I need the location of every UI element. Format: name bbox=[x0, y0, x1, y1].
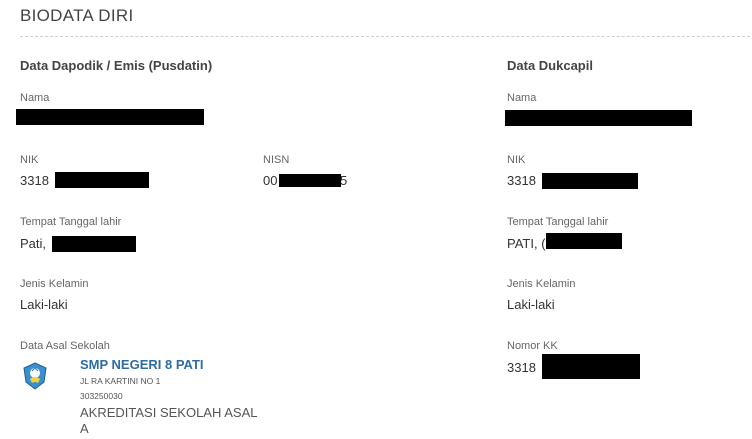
dapodik-ttl-value: Pati, bbox=[20, 236, 47, 251]
dukcapil-kk-value: 3318 bbox=[507, 360, 536, 375]
dukcapil-jk-value: Laki-laki bbox=[507, 297, 555, 312]
dapodik-ttl-label: Tempat Tanggal lahir bbox=[20, 216, 122, 228]
dapodik-nik-redacted bbox=[55, 172, 149, 188]
akreditasi-value: A bbox=[80, 421, 89, 436]
dapodik-nik-value: 3318 bbox=[20, 173, 49, 188]
dapodik-nisn-redacted bbox=[279, 174, 341, 187]
dukcapil-section-title: Data Dukcapil bbox=[507, 58, 593, 73]
akreditasi-label: AKREDITASI SEKOLAH ASAL bbox=[80, 405, 258, 420]
dukcapil-nama-label: Nama bbox=[507, 92, 537, 104]
dukcapil-jk-label: Jenis Kelamin bbox=[507, 278, 576, 290]
title-divider bbox=[20, 36, 750, 37]
dukcapil-ttl-redacted bbox=[546, 233, 622, 249]
school-npsn: 303250030 bbox=[80, 391, 123, 401]
dapodik-jk-label: Jenis Kelamin bbox=[20, 278, 89, 290]
dapodik-ttl-redacted bbox=[52, 236, 136, 252]
dapodik-nisn-value: 00 bbox=[263, 173, 278, 188]
page-title: BIODATA DIRI bbox=[20, 6, 134, 25]
dapodik-nisn-label: NISN bbox=[263, 154, 290, 166]
dukcapil-nik-redacted bbox=[542, 173, 638, 189]
dukcapil-nik-label: NIK bbox=[507, 154, 526, 166]
dapodik-jk-value: Laki-laki bbox=[20, 297, 68, 312]
dukcapil-nik-value: 3318 bbox=[507, 173, 536, 188]
dukcapil-ttl-value: PATI, ( bbox=[507, 236, 546, 251]
dukcapil-nama-redacted bbox=[505, 110, 692, 126]
school-name: SMP NEGERI 8 PATI bbox=[80, 357, 204, 372]
dapodik-section-title: Data Dapodik / Emis (Pusdatin) bbox=[20, 58, 213, 73]
dukcapil-ttl-label: Tempat Tanggal lahir bbox=[507, 216, 609, 228]
dapodik-nama-label: Nama bbox=[20, 92, 50, 104]
dukcapil-kk-redacted bbox=[542, 354, 640, 379]
asal-sekolah-label: Data Asal Sekolah bbox=[20, 340, 110, 352]
dukcapil-kk-label: Nomor KK bbox=[507, 340, 558, 352]
school-address: JL RA KARTINI NO 1 bbox=[80, 376, 161, 386]
dapodik-nisn-tail: 5 bbox=[340, 173, 348, 188]
dapodik-nik-label: NIK bbox=[20, 154, 39, 166]
tut-wuri-handayani-logo-icon bbox=[22, 362, 48, 390]
dapodik-nama-redacted bbox=[16, 109, 204, 125]
